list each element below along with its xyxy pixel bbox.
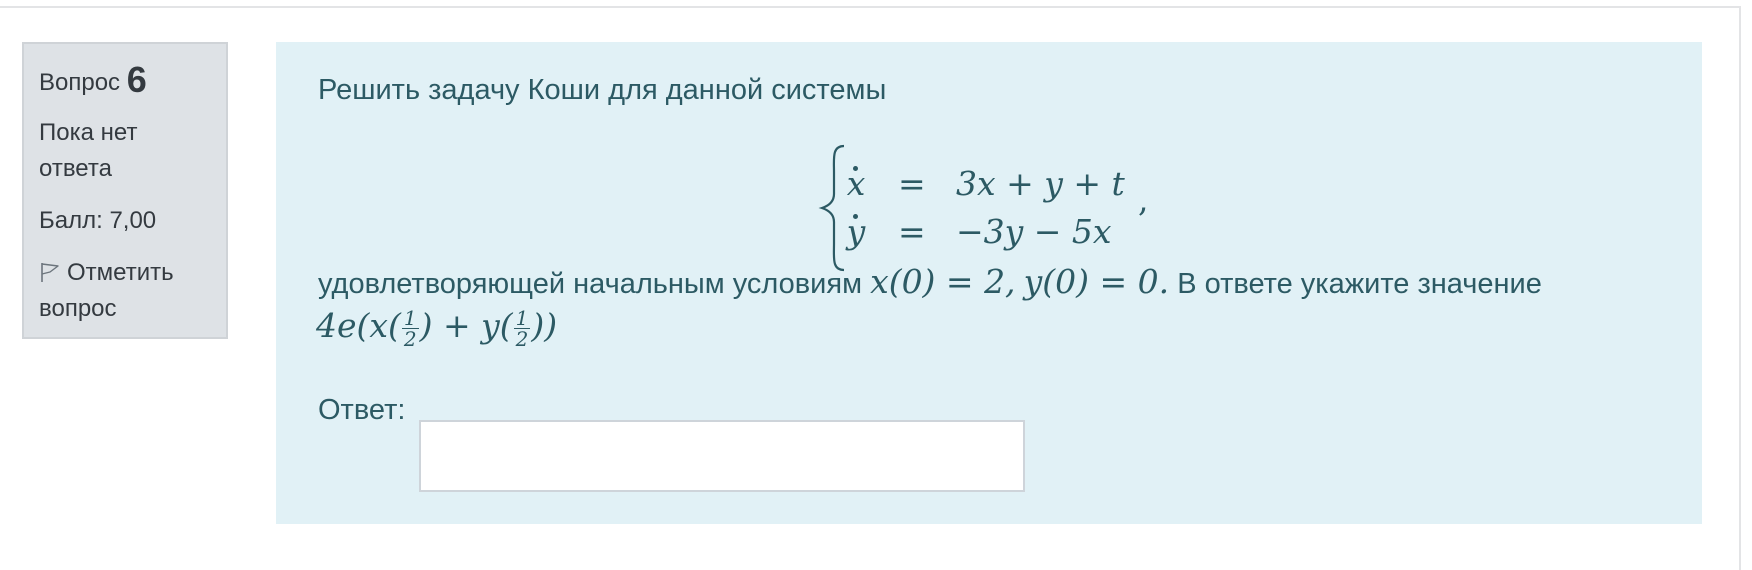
row2-lhs: y bbox=[846, 212, 866, 251]
condition-tail: В ответе укажите значение bbox=[1177, 268, 1542, 300]
question-word: Вопрос bbox=[39, 69, 121, 96]
question-intro: Решить задачу Коши для данной системы bbox=[318, 74, 887, 106]
question-grade: Балл: 7,00 bbox=[39, 207, 157, 234]
row1-equals: = bbox=[898, 164, 926, 203]
question-content: Решить задачу Коши для данной системы x … bbox=[276, 42, 1702, 524]
ode-system: x = 3x + y + t y = −3y − 5x , bbox=[816, 138, 1156, 278]
condition-y: y(0) = 0. bbox=[1023, 262, 1170, 301]
row2-equals: = bbox=[898, 212, 926, 251]
expr-suffix: )) bbox=[531, 306, 558, 345]
expr-middle: ) + y( bbox=[419, 306, 513, 345]
system-trailing-comma: , bbox=[1138, 180, 1149, 219]
answer-label: Ответ: bbox=[318, 394, 406, 426]
question-number: 6 bbox=[126, 59, 147, 100]
row2-rhs: −3y − 5x bbox=[956, 212, 1112, 251]
initial-conditions: удовлетворяющей начальным условиям x(0) … bbox=[318, 264, 1542, 302]
page-right-border bbox=[1739, 6, 1741, 570]
question-info-panel: Вопрос 6 Пока нет ответа Балл: 7,00 Отме… bbox=[22, 42, 228, 339]
answer-input[interactable] bbox=[419, 420, 1025, 492]
system-brace bbox=[818, 144, 845, 272]
flag-question-toggle[interactable]: Отметить вопрос bbox=[39, 255, 226, 327]
derivative-dot bbox=[853, 214, 858, 219]
derivative-dot bbox=[853, 166, 858, 171]
question-number-line: Вопрос 6 bbox=[39, 62, 226, 101]
question-state: Пока нет ответа bbox=[39, 119, 138, 182]
target-expression: 4e(x(1 2) + y(1 2)) bbox=[316, 306, 557, 356]
fraction-half-1: 12 bbox=[401, 305, 419, 351]
condition-text: удовлетворяющей начальным условиям bbox=[318, 268, 863, 300]
flag-icon bbox=[39, 258, 61, 282]
condition-x: x(0) = 2, bbox=[870, 262, 1016, 301]
row1-lhs: x bbox=[846, 164, 866, 203]
expr-prefix: 4e(x( bbox=[316, 306, 401, 345]
page-top-border bbox=[0, 6, 1740, 8]
fraction-half-2: 12 bbox=[513, 305, 531, 351]
row1-rhs: 3x + y + t bbox=[956, 164, 1125, 203]
